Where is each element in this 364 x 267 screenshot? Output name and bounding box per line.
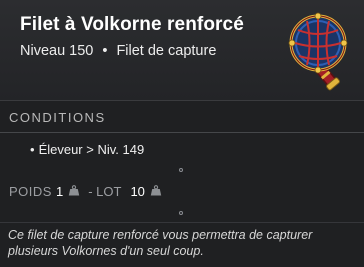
weight-icon — [150, 184, 162, 199]
decorative-dot — [179, 168, 183, 172]
weight-icon — [68, 184, 80, 199]
item-level: Niveau 150 — [20, 43, 94, 59]
description-divider — [0, 222, 364, 223]
capture-net-icon — [262, 8, 354, 100]
item-title: Filet à Volkorne renforcé — [20, 14, 244, 35]
condition-bullet: • — [30, 142, 35, 157]
item-type: Filet de capture — [116, 43, 217, 59]
conditions-divider — [0, 132, 364, 133]
condition-text: Éleveur > Niv. 149 — [38, 142, 145, 157]
header-divider — [0, 100, 364, 101]
item-description: Ce filet de capture renforcé vous permet… — [8, 228, 313, 258]
condition-item: • Éleveur > Niv. 149 — [30, 142, 144, 157]
decorative-dot — [179, 211, 183, 215]
subtitle-separator: • — [102, 43, 108, 59]
conditions-header: CONDITIONS — [9, 110, 106, 125]
item-subtitle: Niveau 150 • Filet de capture — [20, 43, 216, 59]
weight-value: 1 — [55, 183, 64, 199]
weight-label: POIDS — [9, 183, 52, 199]
lot-value: 10 — [130, 183, 145, 199]
item-stats: POIDS 1 - LOT 10 — [9, 183, 162, 199]
lot-label: - LOT — [88, 183, 122, 199]
